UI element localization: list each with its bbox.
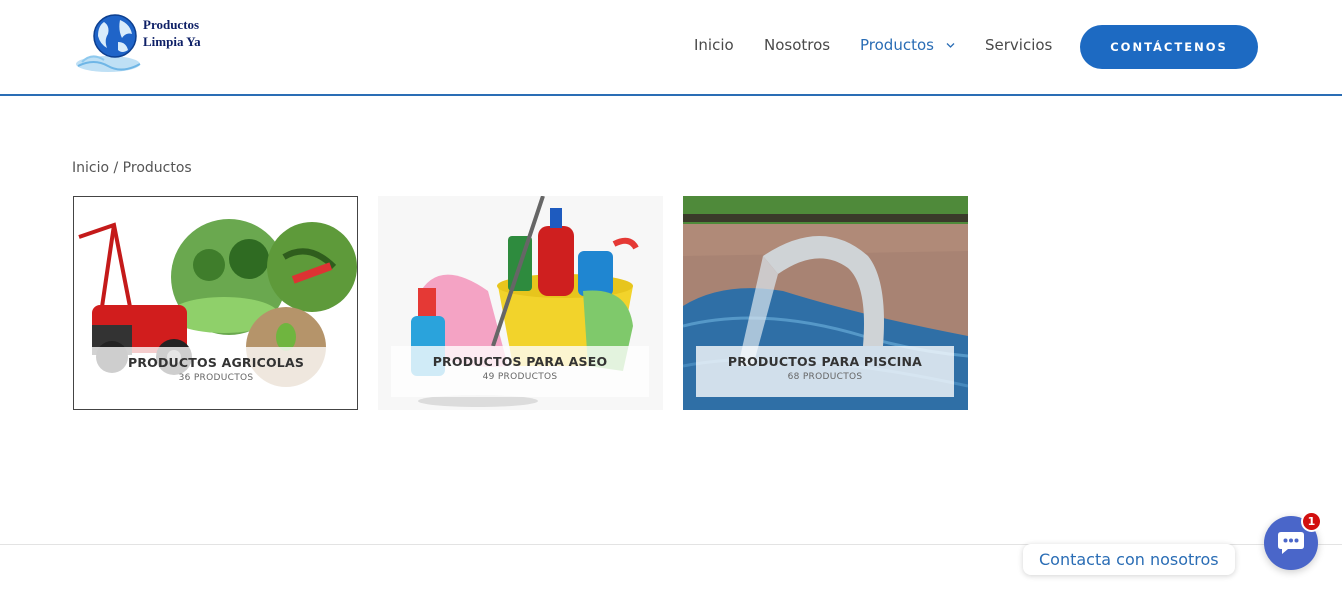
chevron-down-icon[interactable] <box>946 41 955 50</box>
category-title: PRODUCTOS PARA ASEO <box>432 354 608 369</box>
category-title: PRODUCTOS PARA PISCINA <box>727 354 923 369</box>
nav-servicios[interactable]: Servicios <box>985 36 1052 54</box>
globe-logo-icon <box>76 14 141 72</box>
site-logo[interactable]: Productos Limpia Ya <box>74 12 214 78</box>
breadcrumb-home[interactable]: Inicio <box>72 160 109 176</box>
logo-text-line2: Limpia Ya <box>143 34 201 49</box>
nav-productos[interactable]: Productos <box>860 36 934 54</box>
site-header: Productos Limpia Ya Inicio Nosotros Prod… <box>0 0 1342 95</box>
logo-text-line1: Productos <box>143 17 200 32</box>
chat-prompt-bubble[interactable]: Contacta con nosotros <box>1023 544 1235 575</box>
category-label: PRODUCTOS PARA PISCINA 68 PRODUCTOS <box>696 346 954 397</box>
category-count: 36 PRODUCTOS <box>178 373 254 383</box>
breadcrumb-current: Productos <box>122 160 192 176</box>
nav-nosotros[interactable]: Nosotros <box>764 36 830 54</box>
category-label: PRODUCTOS AGRICOLAS 36 PRODUCTOS <box>87 347 345 398</box>
category-card-agricolas[interactable]: PRODUCTOS AGRICOLAS 36 PRODUCTOS <box>73 196 358 410</box>
category-card-piscina[interactable]: PRODUCTOS PARA PISCINA 68 PRODUCTOS <box>683 196 968 410</box>
category-card-aseo[interactable]: PRODUCTOS PARA ASEO 49 PRODUCTOS <box>378 196 663 410</box>
category-count: 49 PRODUCTOS <box>482 372 558 382</box>
nav-inicio[interactable]: Inicio <box>694 36 734 54</box>
contact-button[interactable]: CONTÁCTENOS <box>1080 25 1258 69</box>
breadcrumb: Inicio / Productos <box>72 160 192 176</box>
notification-badge: 1 <box>1301 511 1322 532</box>
chat-icon <box>1278 532 1304 554</box>
logo-text: Productos Limpia Ya <box>143 16 201 50</box>
header-divider <box>0 94 1342 96</box>
breadcrumb-separator: / <box>113 160 119 176</box>
category-title: PRODUCTOS AGRICOLAS <box>127 355 305 370</box>
category-count: 68 PRODUCTOS <box>787 372 863 382</box>
category-label: PRODUCTOS PARA ASEO 49 PRODUCTOS <box>391 346 649 397</box>
